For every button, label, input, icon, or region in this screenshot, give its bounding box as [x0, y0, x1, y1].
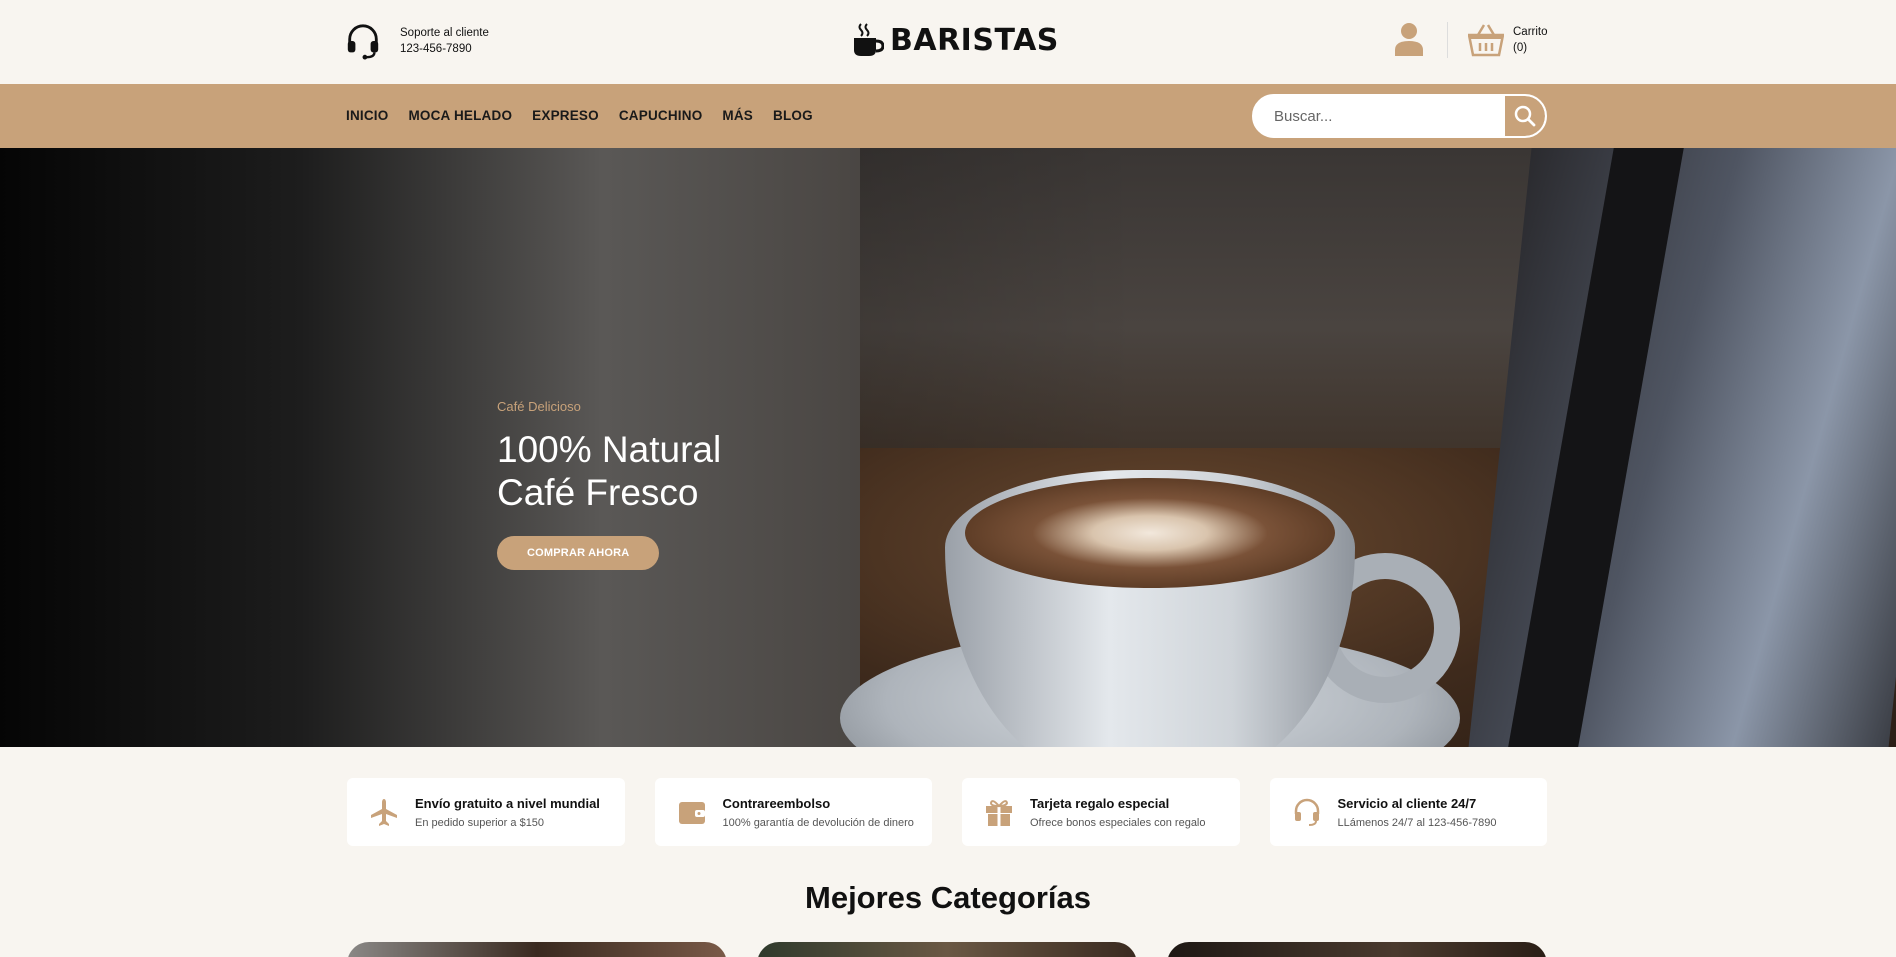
category-card[interactable]: [347, 942, 727, 957]
hero-title-line1: 100% Natural: [497, 429, 722, 470]
hero-background-wall: [0, 148, 860, 747]
main-nav-bar: INICIO MOCA HELADO EXPRESO CAPUCHINO MÁS…: [0, 84, 1896, 148]
headset-icon: [347, 24, 379, 60]
gift-icon: [986, 800, 1012, 826]
header-divider: [1447, 22, 1448, 58]
airplane-icon: [371, 799, 397, 826]
hero-banner: Café Delicioso 100% Natural Café Fresco …: [0, 148, 1896, 747]
feature-card: Tarjeta regalo especial Ofrece bonos esp…: [962, 778, 1240, 846]
feature-desc: 100% garantía de devolución de dinero: [722, 816, 914, 829]
feature-title: Envío gratuito a nivel mundial: [415, 795, 600, 811]
hero-latte-art: [965, 478, 1335, 588]
search-box: [1252, 94, 1547, 138]
basket-icon: [1468, 24, 1504, 57]
brand-name: BARISTAS: [890, 22, 1059, 58]
categories-heading: Mejores Categorías: [805, 880, 1091, 915]
hero-kicker: Café Delicioso: [497, 399, 581, 414]
nav-item-moca-helado[interactable]: MOCA HELADO: [408, 108, 512, 123]
nav-item-expreso[interactable]: EXPRESO: [532, 108, 599, 123]
shop-now-button[interactable]: COMPRAR AHORA: [497, 536, 660, 570]
feature-card: Contrareembolso 100% garantía de devoluc…: [654, 778, 932, 846]
nav-item-mas[interactable]: MÁS: [722, 108, 753, 123]
category-card[interactable]: [1167, 942, 1547, 957]
cart-count: (0): [1513, 42, 1528, 54]
feature-desc: LLámenos 24/7 al 123-456-7890: [1337, 816, 1497, 829]
customer-support[interactable]: Soporte al cliente 123-456-7890: [344, 22, 489, 60]
search-button[interactable]: [1505, 96, 1545, 136]
feature-title: Tarjeta regalo especial: [1030, 795, 1170, 811]
search-input[interactable]: [1254, 96, 1505, 136]
coffee-cup-icon: [854, 23, 884, 56]
feature-list: Envío gratuito a nivel mundial En pedido…: [347, 778, 1547, 846]
feature-desc: Ofrece bonos especiales con regalo: [1030, 816, 1206, 829]
hero-title-line2: Café Fresco: [497, 472, 699, 513]
support-phone: 123-456-7890: [400, 43, 472, 55]
feature-title: Servicio al cliente 24/7: [1337, 795, 1477, 811]
nav-item-capuchino[interactable]: CAPUCHINO: [619, 108, 703, 123]
feature-card: Envío gratuito a nivel mundial En pedido…: [347, 778, 625, 846]
brand-logo[interactable]: BARISTAS: [852, 22, 1059, 58]
cart-label: Carrito: [1513, 26, 1548, 38]
nav-item-inicio[interactable]: INICIO: [346, 108, 388, 123]
category-card[interactable]: [757, 942, 1137, 957]
nav-item-blog[interactable]: BLOG: [773, 108, 813, 123]
cart-button[interactable]: Carrito (0): [1468, 23, 1548, 57]
wallet-icon: [678, 802, 705, 824]
hero-caption: Café Delicioso 100% Natural Café Fresco …: [497, 399, 721, 570]
top-header: Soporte al cliente 123-456-7890 BARISTAS…: [0, 0, 1896, 84]
main-nav: INICIO MOCA HELADO EXPRESO CAPUCHINO MÁS…: [346, 108, 813, 123]
search-icon: [1514, 105, 1536, 127]
feature-card: Servicio al cliente 24/7 LLámenos 24/7 a…: [1269, 778, 1547, 846]
feature-title: Contrareembolso: [722, 795, 831, 811]
hero-title: 100% Natural Café Fresco: [497, 428, 721, 514]
feature-desc: En pedido superior a $150: [415, 816, 545, 829]
headset-icon: [1294, 798, 1319, 826]
support-label: Soporte al cliente: [400, 27, 489, 39]
user-account-icon[interactable]: [1394, 22, 1424, 56]
